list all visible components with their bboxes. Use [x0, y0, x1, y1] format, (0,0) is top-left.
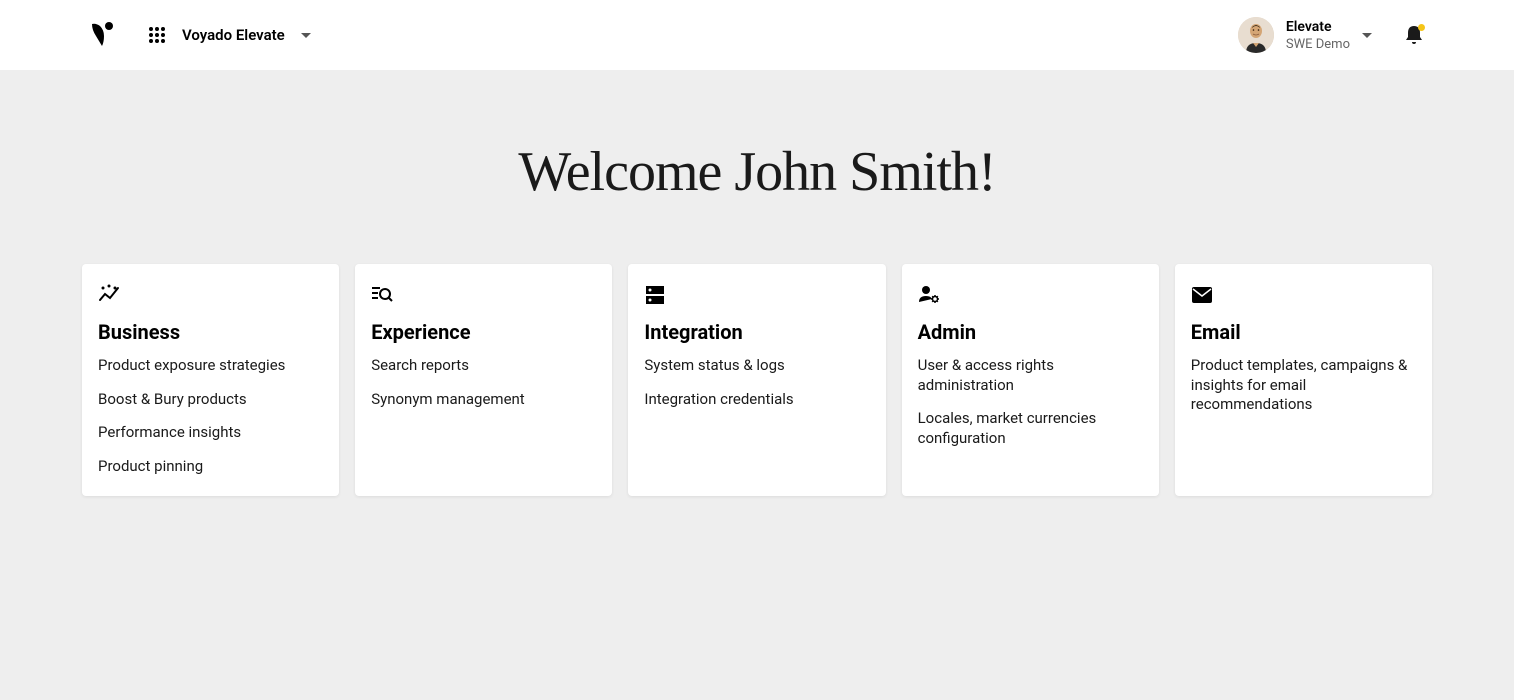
- logo[interactable]: [88, 20, 118, 50]
- card-integration[interactable]: Integration System status & logs Integra…: [628, 264, 885, 496]
- chevron-down-icon: [301, 33, 311, 38]
- server-icon: [644, 284, 666, 306]
- account-name: Elevate: [1286, 19, 1350, 35]
- card-item: Product pinning: [98, 457, 323, 477]
- card-item: System status & logs: [644, 356, 869, 376]
- search-list-icon: [371, 284, 393, 306]
- email-icon: [1191, 284, 1213, 306]
- app-name: Voyado Elevate: [182, 26, 285, 44]
- card-item: Boost & Bury products: [98, 390, 323, 410]
- app-switcher[interactable]: Voyado Elevate: [148, 26, 311, 44]
- main-content: Welcome John Smith! Business Product exp…: [0, 70, 1514, 496]
- card-title: Business: [98, 320, 323, 344]
- user-settings-icon: [918, 284, 940, 306]
- avatar: [1238, 17, 1274, 53]
- account-sub: SWE Demo: [1286, 37, 1350, 52]
- notification-indicator: [1418, 24, 1425, 31]
- card-items: Product exposure strategies Boost & Bury…: [98, 356, 323, 476]
- card-item: Product templates, campaigns & insights …: [1191, 356, 1416, 415]
- analytics-icon: [98, 284, 120, 306]
- card-admin[interactable]: Admin User & access rights administratio…: [902, 264, 1159, 496]
- header-left: Voyado Elevate: [88, 20, 311, 50]
- card-experience[interactable]: Experience Search reports Synonym manage…: [355, 264, 612, 496]
- notifications-button[interactable]: [1402, 23, 1426, 47]
- card-items: Product templates, campaigns & insights …: [1191, 356, 1416, 415]
- chevron-down-icon: [1362, 33, 1372, 38]
- header: Voyado Elevate Elevate SWE Demo: [0, 0, 1514, 70]
- card-item: Synonym management: [371, 390, 596, 410]
- welcome-title: Welcome John Smith!: [82, 140, 1432, 204]
- card-item: Product exposure strategies: [98, 356, 323, 376]
- header-right: Elevate SWE Demo: [1238, 17, 1426, 53]
- card-items: Search reports Synonym management: [371, 356, 596, 409]
- account-info: Elevate SWE Demo: [1286, 19, 1350, 52]
- card-item: Performance insights: [98, 423, 323, 443]
- card-items: System status & logs Integration credent…: [644, 356, 869, 409]
- cards-grid: Business Product exposure strategies Boo…: [82, 264, 1432, 496]
- card-item: Integration credentials: [644, 390, 869, 410]
- card-item: User & access rights administration: [918, 356, 1143, 395]
- card-title: Email: [1191, 320, 1416, 344]
- account-switcher[interactable]: Elevate SWE Demo: [1238, 17, 1372, 53]
- card-item: Locales, market currencies configuration: [918, 409, 1143, 448]
- apps-grid-icon: [148, 26, 166, 44]
- voyado-logo-icon: [88, 20, 118, 50]
- card-business[interactable]: Business Product exposure strategies Boo…: [82, 264, 339, 496]
- card-email[interactable]: Email Product templates, campaigns & ins…: [1175, 264, 1432, 496]
- card-item: Search reports: [371, 356, 596, 376]
- card-items: User & access rights administration Loca…: [918, 356, 1143, 448]
- card-title: Experience: [371, 320, 596, 344]
- card-title: Admin: [918, 320, 1143, 344]
- card-title: Integration: [644, 320, 869, 344]
